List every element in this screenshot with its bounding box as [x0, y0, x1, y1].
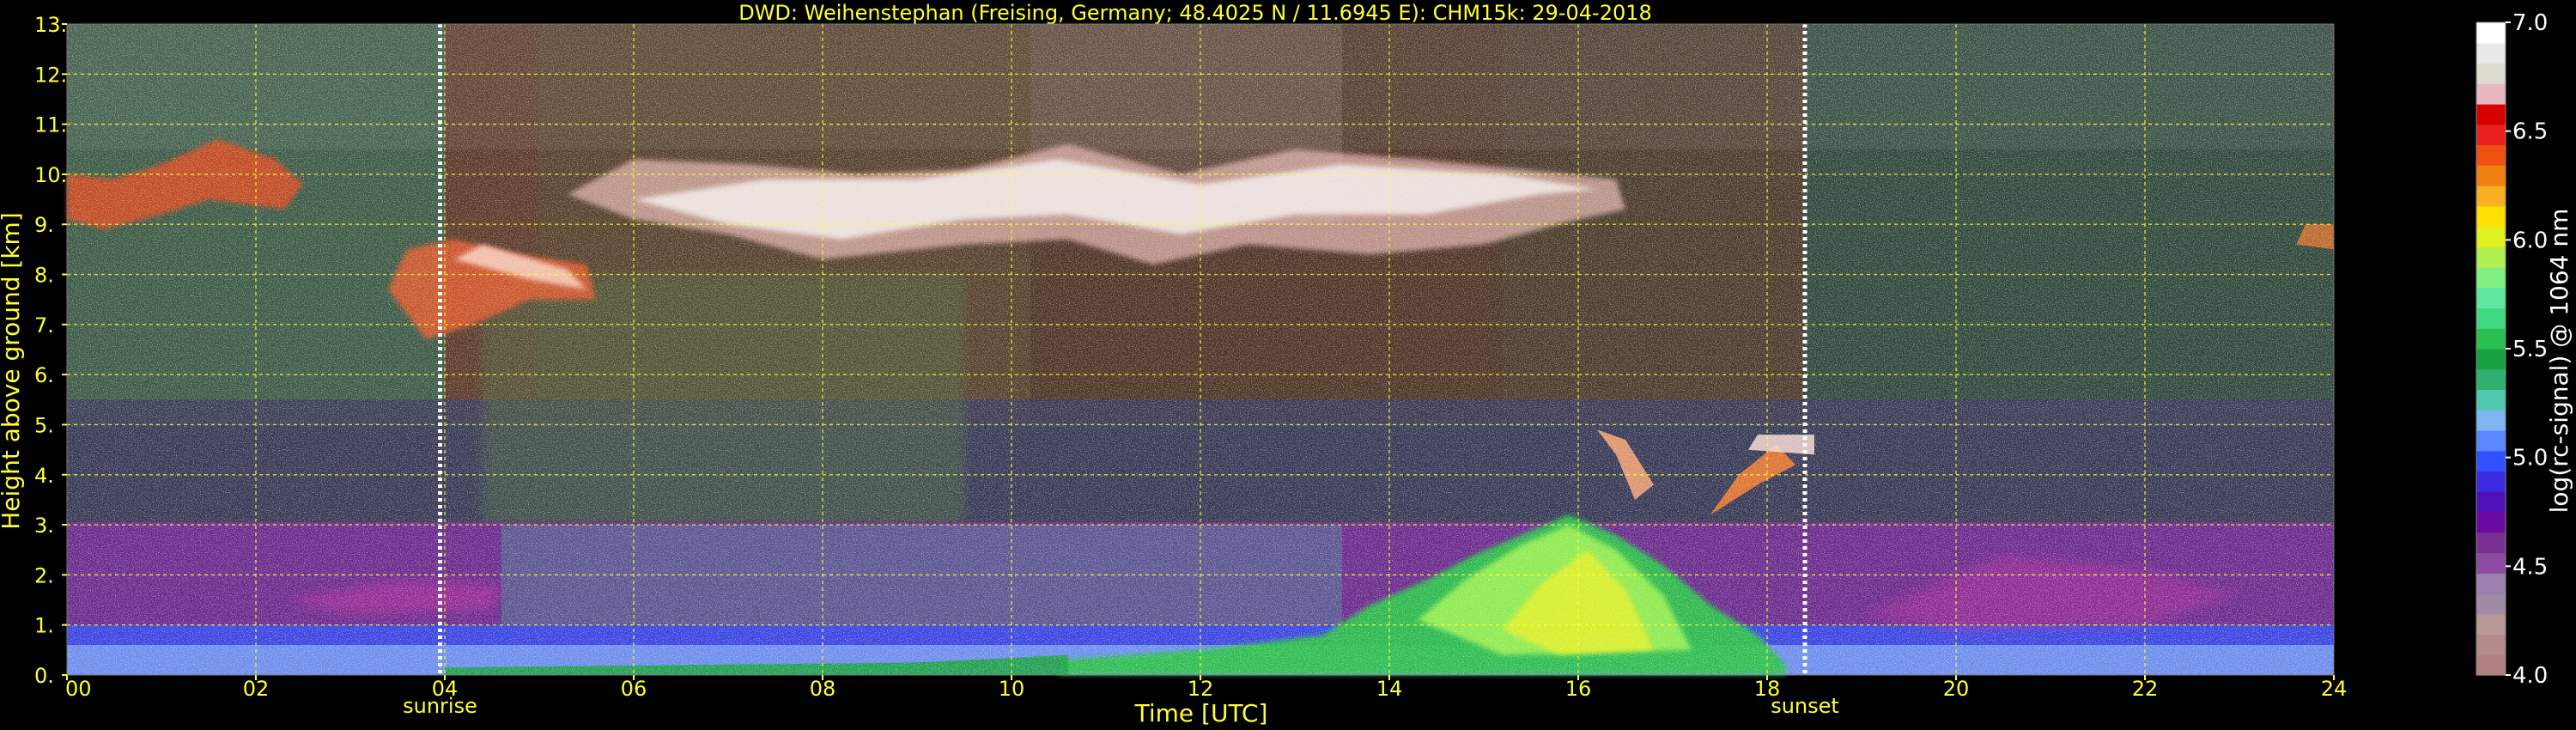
colorbar-segment: [2476, 42, 2506, 64]
x-axis-label: Time [UTC]: [1134, 699, 1268, 727]
y-tick-label: 13.: [34, 13, 67, 37]
colorbar-segment: [2476, 654, 2506, 676]
colorbar-segment: [2476, 63, 2506, 84]
x-tick-label: 22: [2132, 677, 2159, 701]
x-tick-label: 00: [65, 677, 92, 701]
x-tick-label: 12: [1188, 677, 1214, 701]
x-tick-label: 20: [1943, 677, 1970, 701]
x-tick-label: 08: [810, 677, 836, 701]
x-tick-label: 16: [1565, 677, 1592, 701]
y-tick-label: 10.: [34, 163, 67, 187]
colorbar-segment: [2476, 368, 2506, 391]
y-axis: 0. 1. 2. 3. 4. 5. 6. 7. 8. 9. 10. 11. 12. 13.: [34, 13, 67, 688]
y-tick-label: 9.: [34, 213, 54, 237]
colorbar-segment: [2476, 573, 2506, 594]
plot-area: [66, 23, 2335, 676]
y-tick-label: 3.: [34, 514, 54, 538]
y-tick-label: 12.: [34, 63, 67, 87]
colorbar-segment: [2476, 552, 2506, 574]
colorbar-tick-label: 6.0: [2512, 228, 2548, 253]
colorbar-segment: [2476, 430, 2506, 452]
colorbar-segment: [2476, 593, 2506, 615]
x-tick-label: 06: [621, 677, 647, 701]
y-tick-label: 0.: [34, 664, 54, 688]
colorbar-tick-label: 4.0: [2512, 663, 2548, 689]
colorbar-tick-label: 5.0: [2512, 446, 2548, 471]
y-tick-label: 5.: [34, 413, 54, 437]
colorbar-segment: [2476, 267, 2506, 289]
colorbar-segment: [2476, 104, 2506, 125]
y-tick-label: 11.: [34, 113, 67, 137]
x-tick-label: 24: [2321, 677, 2348, 701]
colorbar-tick-label: 5.5: [2512, 337, 2548, 362]
y-tick-label: 2.: [34, 563, 54, 587]
x-tick-label: 10: [999, 677, 1025, 701]
colorbar-tick-label: 6.5: [2512, 119, 2548, 145]
colorbar-segment: [2476, 634, 2506, 655]
colorbar-segment: [2476, 389, 2506, 411]
chart-title: DWD: Weihenstephan (Freising, Germany; 4…: [738, 1, 1652, 25]
colorbar-segment: [2476, 349, 2506, 370]
colorbar-segment: [2476, 613, 2506, 636]
colorbar-segment: [2476, 205, 2506, 228]
y-tick-label: 7.: [34, 313, 54, 338]
colorbar-segment: [2476, 124, 2506, 146]
colorbar-label: log(rc-signal) @ 1064 nm: [2545, 209, 2573, 514]
y-tick-label: 1.: [34, 614, 54, 638]
colorbar-tick-label: 7.0: [2512, 10, 2548, 36]
colorbar-segment: [2476, 165, 2506, 186]
colorbar-segment: [2476, 144, 2506, 166]
colorbar-segment: [2476, 410, 2506, 431]
y-tick-label: 6.: [34, 363, 54, 387]
colorbar-tick-label: 4.5: [2512, 554, 2548, 580]
x-tick-label: 02: [243, 677, 270, 701]
colorbar-segment: [2476, 328, 2506, 350]
y-tick-label: 8.: [34, 264, 54, 288]
y-tick-label: 4.: [34, 464, 54, 488]
x-tick-label: 14: [1376, 677, 1403, 701]
colorbar-segment: [2476, 471, 2506, 492]
colorbar-segment: [2476, 512, 2506, 533]
colorbar-segment: [2476, 226, 2506, 247]
colorbar-segment: [2476, 287, 2506, 309]
colorbar-segment: [2476, 532, 2506, 554]
sunrise-label: sunrise: [403, 694, 477, 718]
colorbar-segment: [2476, 246, 2506, 268]
colorbar: [2476, 21, 2506, 676]
colorbar-segment: [2476, 83, 2506, 105]
event-labels: sunrise sunset: [403, 694, 1839, 718]
sunset-label: sunset: [1771, 694, 1839, 718]
colorbar-segment: [2476, 450, 2506, 472]
colorbar-segment: [2476, 186, 2506, 207]
colorbar-segment: [2476, 22, 2506, 44]
colorbar-ticks: 4.0 4.5 5.0 5.5 6.0 6.5 7.0: [2506, 10, 2548, 689]
y-axis-label: Height above ground [km]: [0, 212, 25, 530]
ceilometer-chart: DWD: Weihenstephan (Freising, Germany; 4…: [0, 1, 2573, 727]
colorbar-segment: [2476, 491, 2506, 513]
colorbar-segment: [2476, 307, 2506, 329]
